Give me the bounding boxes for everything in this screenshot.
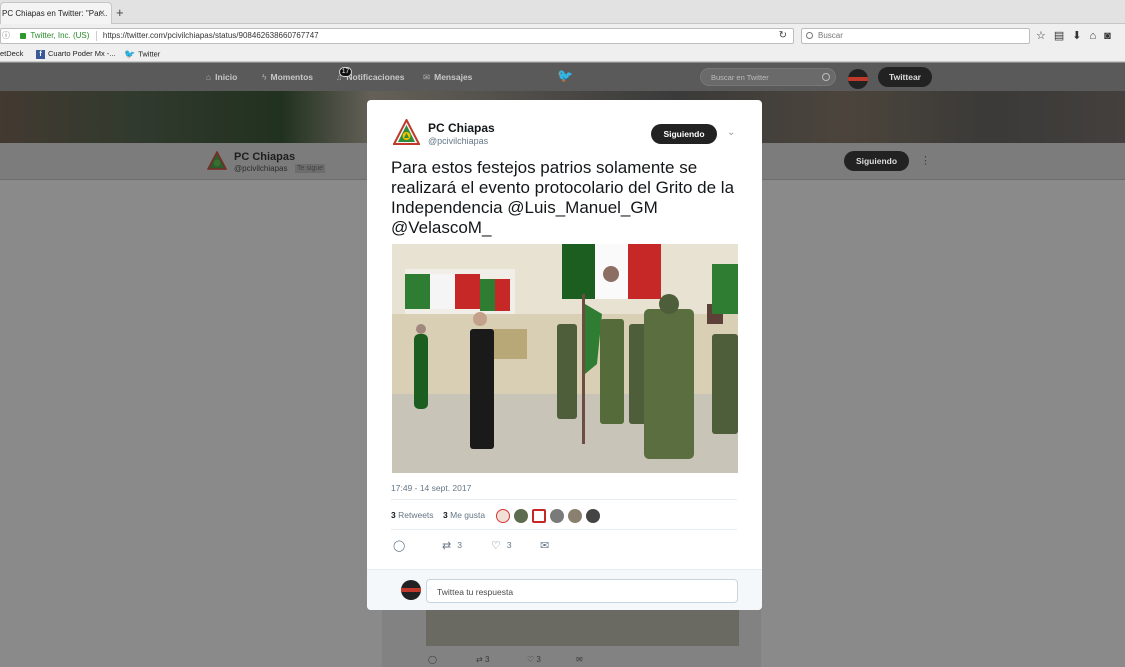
facebook-icon: f bbox=[36, 49, 45, 59]
tweet-modal: PC Chiapas @pcivilchiapas Siguiendo ⌄ Pa… bbox=[367, 100, 762, 610]
nav-messages[interactable]: ✉ Mensajes bbox=[423, 72, 472, 83]
heart-icon: ♡ bbox=[491, 540, 501, 552]
liker-avatar[interactable] bbox=[496, 508, 510, 523]
identity-label: Twitter, Inc. (US) bbox=[30, 31, 90, 40]
reply-icon: ◯ bbox=[393, 540, 406, 552]
account-avatar[interactable] bbox=[848, 69, 868, 89]
twitter-bird-icon: 🐦 bbox=[124, 49, 136, 59]
nav-bar: ⓘ Twitter, Inc. (US) https://twitter.com… bbox=[0, 26, 1125, 46]
tweet-photo[interactable] bbox=[392, 244, 738, 473]
downloads-icon[interactable]: ⬇ bbox=[1072, 30, 1089, 42]
twitter-search-placeholder: Buscar en Twitter bbox=[711, 73, 769, 82]
reply-input[interactable]: Twittea tu respuesta bbox=[426, 579, 738, 603]
browser-chrome: PC Chiapas en Twitter: "Par... × + ⓘ Twi… bbox=[0, 0, 1125, 62]
lightning-icon: ϟ bbox=[262, 72, 267, 82]
reload-icon[interactable]: ↻ bbox=[779, 29, 787, 43]
bookmarks-bar: etDeck f Cuarto Poder Mx -... 🐦 Twitter bbox=[0, 46, 1125, 62]
background-retweet: ⇄ 3 bbox=[476, 655, 490, 664]
tab-title: PC Chiapas en Twitter: "Par... bbox=[2, 9, 108, 18]
twitter-top-nav: ⌂ Inicio ϟ Momentos ♫ Notificaciones 17 ✉ Me… bbox=[0, 63, 1125, 91]
url-text: https://twitter.com/pcivilchiapas/status… bbox=[102, 31, 319, 40]
bookmark-twitter[interactable]: 🐦 Twitter bbox=[124, 49, 160, 60]
lock-icon bbox=[20, 32, 27, 39]
tweet-stats: 3 Retweets 3 Me gusta bbox=[391, 510, 485, 520]
reading-list-icon[interactable]: ▤ bbox=[1054, 30, 1072, 42]
tab-close-icon[interactable]: × bbox=[99, 8, 105, 19]
liker-avatar[interactable] bbox=[586, 508, 600, 523]
search-placeholder: Buscar bbox=[818, 31, 843, 40]
browser-tab[interactable]: PC Chiapas en Twitter: "Par... × bbox=[0, 2, 112, 24]
liker-avatars bbox=[496, 507, 604, 525]
envelope-icon: ✉ bbox=[540, 540, 550, 552]
retweet-button[interactable]: ⇄ 3 bbox=[442, 539, 462, 552]
bookmark-cuarto-poder[interactable]: f Cuarto Poder Mx -... bbox=[36, 49, 116, 59]
profile-following-button[interactable]: Siguiendo bbox=[844, 151, 909, 171]
envelope-icon: ✉ bbox=[423, 72, 431, 82]
liker-avatar[interactable] bbox=[550, 508, 564, 523]
liker-avatar[interactable] bbox=[514, 508, 528, 523]
retweets-stat[interactable]: 3 Retweets bbox=[391, 510, 434, 520]
like-button[interactable]: ♡ 3 bbox=[491, 539, 512, 552]
nav-moments[interactable]: ϟ Momentos bbox=[262, 72, 313, 82]
home-icon[interactable]: ⌂ bbox=[1090, 30, 1105, 42]
bookmark-star-icon[interactable]: ☆ bbox=[1036, 30, 1054, 42]
browser-search-input[interactable]: Buscar bbox=[801, 28, 1030, 44]
tweet-author-logo[interactable] bbox=[393, 119, 420, 146]
reply-placeholder: Twittea tu respuesta bbox=[437, 587, 514, 597]
tweet-timestamp[interactable]: 17:49 - 14 sept. 2017 bbox=[391, 483, 471, 493]
search-icon bbox=[822, 73, 830, 81]
profile-name[interactable]: PC Chiapas bbox=[234, 151, 295, 163]
more-options-icon[interactable]: ⋮ bbox=[920, 154, 931, 167]
twitter-search-input[interactable]: Buscar en Twitter bbox=[700, 68, 836, 86]
divider bbox=[391, 529, 737, 530]
tab-strip: PC Chiapas en Twitter: "Par... × + bbox=[0, 0, 1125, 24]
pocket-icon[interactable]: ◙ bbox=[1104, 30, 1119, 42]
likes-stat[interactable]: 3 Me gusta bbox=[443, 510, 485, 520]
divider bbox=[391, 499, 737, 500]
background-like: ♡ 3 bbox=[527, 655, 541, 664]
reply-bar: Twittea tu respuesta bbox=[367, 569, 762, 610]
reply-button[interactable]: ◯ bbox=[393, 539, 411, 552]
tweet-author-name[interactable]: PC Chiapas bbox=[428, 121, 495, 135]
liker-avatar[interactable] bbox=[532, 508, 546, 523]
toolbar-icons: ☆▤⬇⌂◙ bbox=[1036, 29, 1119, 42]
background-dm-icon: ✉ bbox=[576, 655, 583, 664]
nav-home[interactable]: ⌂ Inicio bbox=[206, 72, 237, 82]
following-button[interactable]: Siguiendo bbox=[651, 124, 717, 144]
new-tab-button[interactable]: + bbox=[116, 5, 124, 20]
profile-handle: @pcivilchiapas bbox=[234, 164, 288, 173]
user-avatar bbox=[401, 580, 421, 600]
notification-count-badge: 17 bbox=[339, 67, 352, 77]
background-reply-icon: ◯ bbox=[428, 655, 437, 664]
bookmark-tweetdeck[interactable]: etDeck bbox=[0, 49, 23, 58]
liker-avatar[interactable] bbox=[568, 508, 582, 523]
follows-you-badge: Te sigue bbox=[295, 164, 326, 173]
twitter-logo-icon[interactable]: 🐦 bbox=[557, 68, 573, 84]
tweet-button[interactable]: Twittear bbox=[878, 67, 932, 87]
home-icon: ⌂ bbox=[206, 72, 212, 82]
profile-logo bbox=[207, 151, 227, 170]
chevron-down-icon[interactable]: ⌄ bbox=[727, 127, 735, 138]
tweet-author-handle[interactable]: @pcivilchiapas bbox=[428, 136, 488, 146]
tweet-text: Para estos festejos patrios solamente se… bbox=[391, 158, 735, 237]
background-tweet-image bbox=[426, 610, 739, 646]
direct-message-button[interactable]: ✉ bbox=[540, 539, 555, 552]
search-icon bbox=[806, 32, 813, 39]
retweet-icon: ⇄ bbox=[442, 540, 452, 552]
url-bar[interactable]: ⓘ Twitter, Inc. (US) https://twitter.com… bbox=[0, 28, 794, 44]
